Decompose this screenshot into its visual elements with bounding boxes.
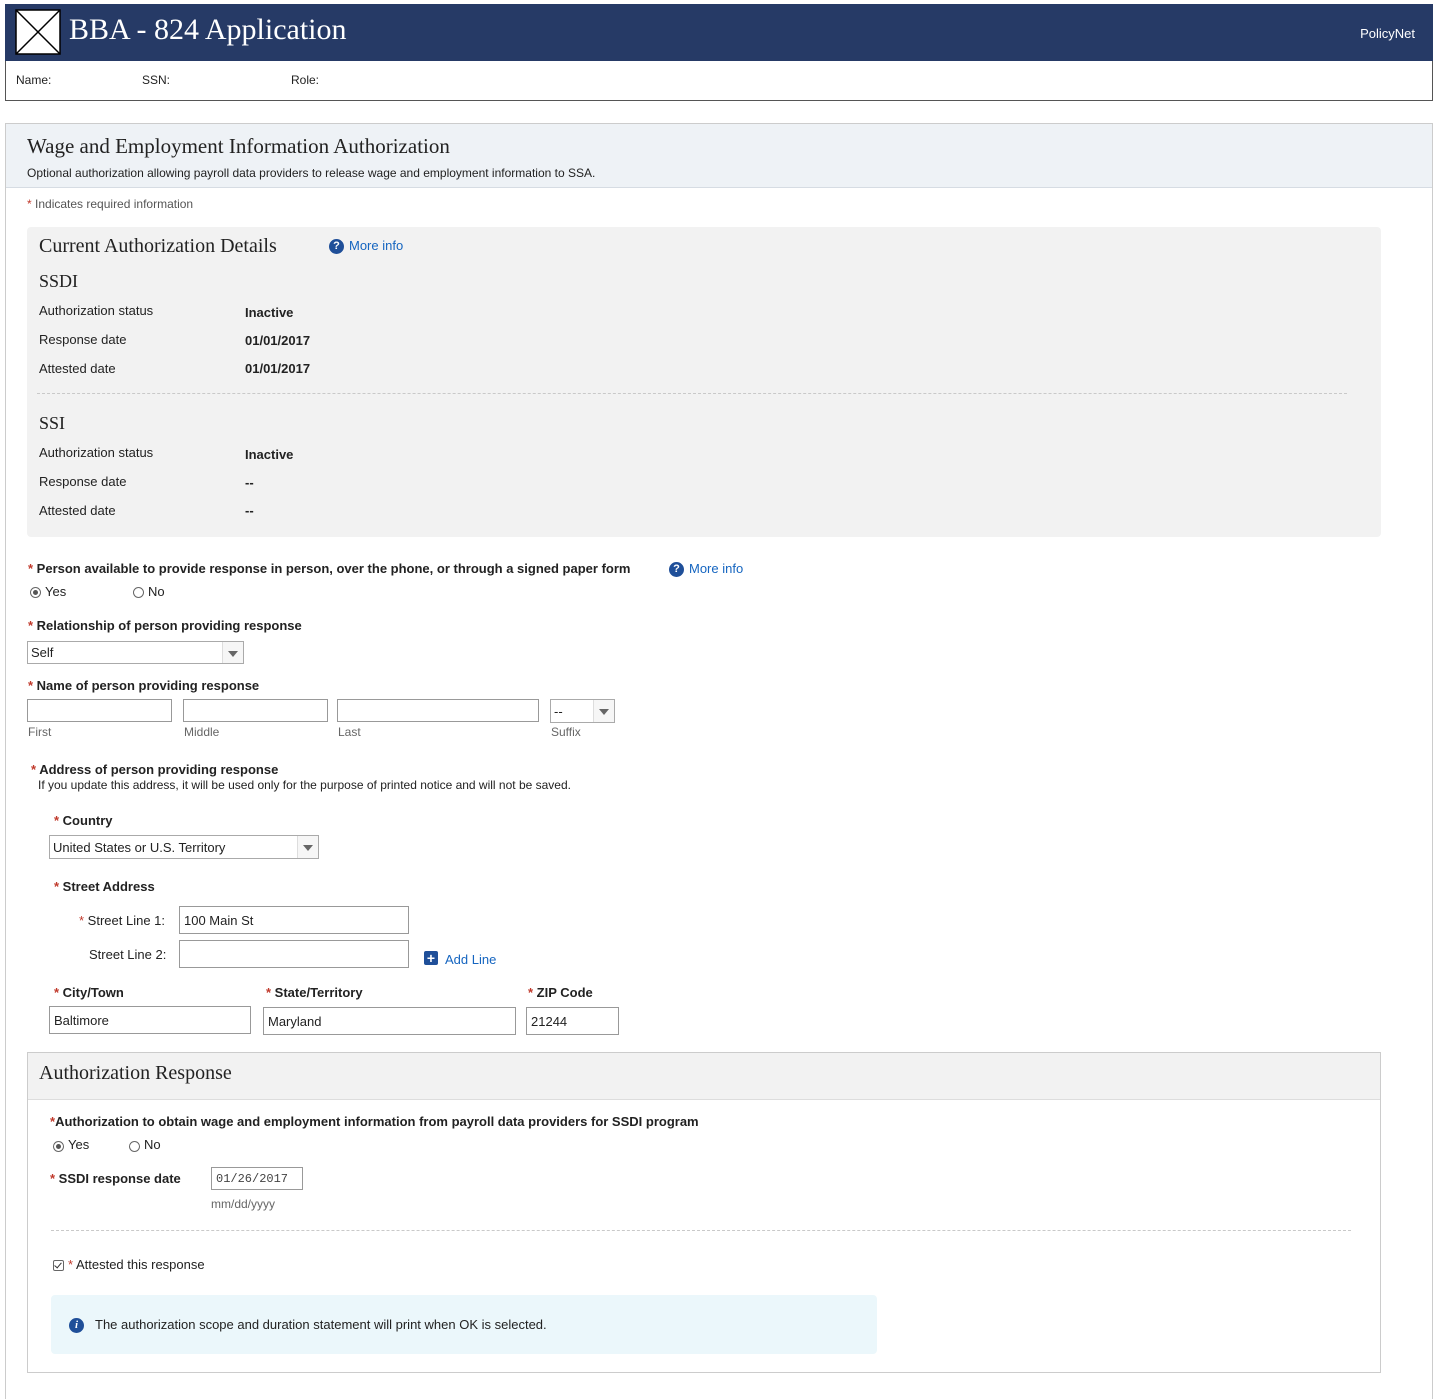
app-header: BBA - 824 Application PolicyNet <box>5 4 1433 61</box>
street-line2-label: Street Line 2: <box>89 947 167 962</box>
middle-name-input[interactable] <box>183 699 328 722</box>
middle-hint: Middle <box>184 725 220 739</box>
last-hint: Last <box>338 725 361 739</box>
ssi-response-date-value: -- <box>245 475 254 490</box>
ssi-heading: SSI <box>39 413 66 433</box>
ssdi-authorization-no-radio[interactable] <box>129 1141 140 1152</box>
add-line-link[interactable]: Add Line <box>445 952 496 967</box>
required-note: * Indicates required information <box>27 197 194 211</box>
suffix-value: -- <box>554 703 563 719</box>
role-label: Role: <box>291 73 320 87</box>
street-line1-label: * Street Line 1: <box>79 913 165 928</box>
no-label: No <box>144 1137 161 1152</box>
person-available-no-radio[interactable] <box>133 587 144 598</box>
street-address-label: * Street Address <box>54 879 155 894</box>
zip-label: * ZIP Code <box>528 985 593 1000</box>
ssdi-response-date-value: 01/01/2017 <box>245 333 311 348</box>
divider <box>37 393 1347 394</box>
attested-checkbox[interactable] <box>53 1260 64 1271</box>
country-value: United States or U.S. Territory <box>53 839 226 855</box>
name-label: * Name of person providing response <box>28 678 260 693</box>
chevron-down-icon <box>297 836 318 858</box>
authorization-response-title: Authorization Response <box>39 1062 232 1084</box>
user-info-bar: Name: SSN: Role: <box>5 61 1433 101</box>
ssdi-heading: SSDI <box>39 271 79 291</box>
first-hint: First <box>28 725 52 739</box>
ssi-status-label: Authorization status <box>39 445 154 460</box>
info-icon: i <box>69 1318 84 1333</box>
chevron-down-icon <box>222 642 243 663</box>
relationship-label: * Relationship of person providing respo… <box>28 618 302 633</box>
state-label: * State/Territory <box>266 985 363 1000</box>
person-available-yes-radio[interactable] <box>30 587 41 598</box>
page-subtitle: Optional authorization allowing payroll … <box>27 166 596 180</box>
authorization-response-panel: Authorization Response *Authorization to… <box>27 1052 1381 1373</box>
suffix-select[interactable]: -- <box>550 699 615 723</box>
first-name-input[interactable] <box>27 699 172 722</box>
city-input[interactable]: Baltimore <box>49 1006 251 1034</box>
ssi-status-value: Inactive <box>245 447 294 462</box>
more-info-link[interactable]: More info <box>689 561 743 576</box>
city-label: * City/Town <box>54 985 124 1000</box>
info-note: i The authorization scope and duration s… <box>51 1295 877 1354</box>
ssdi-attested-date-label: Attested date <box>39 361 116 376</box>
ssdi-status-value: Inactive <box>245 305 294 320</box>
zip-input[interactable]: 21244 <box>526 1007 619 1035</box>
ssdi-response-date-label: Response date <box>39 332 127 347</box>
date-format-hint: mm/dd/yyyy <box>211 1197 276 1211</box>
authorization-response-header: Authorization Response <box>28 1053 1380 1100</box>
country-label: * Country <box>54 813 113 828</box>
ssdi-authorization-question: *Authorization to obtain wage and employ… <box>50 1114 699 1129</box>
current-details-title: Current Authorization Details <box>39 235 277 257</box>
chevron-down-icon <box>593 700 614 722</box>
broken-image-icon <box>15 9 61 55</box>
info-note-text: The authorization scope and duration sta… <box>95 1317 547 1332</box>
state-input[interactable]: Maryland <box>263 1007 516 1035</box>
address-label: * Address of person providing response <box>31 762 279 777</box>
street-line2-input[interactable] <box>179 940 409 968</box>
attested-label: * Attested this response <box>68 1257 205 1272</box>
ssdi-attested-date-value: 01/01/2017 <box>245 361 311 376</box>
ssi-attested-date-value: -- <box>245 503 254 518</box>
relationship-value: Self <box>31 645 54 660</box>
ssdi-response-date-input[interactable]: 01/26/2017 <box>211 1167 303 1190</box>
current-authorization-details: Current Authorization Details ? More inf… <box>27 227 1381 537</box>
no-label: No <box>148 584 165 599</box>
panel-header: Wage and Employment Information Authoriz… <box>6 124 1432 188</box>
yes-label: Yes <box>68 1137 90 1152</box>
plus-icon[interactable]: + <box>424 951 438 965</box>
ssdi-authorization-yes-radio[interactable] <box>53 1141 64 1152</box>
policynet-link[interactable]: PolicyNet <box>1360 26 1415 41</box>
ssdi-response-date-label: * SSDI response date <box>50 1171 181 1186</box>
country-select[interactable]: United States or U.S. Territory <box>49 835 319 859</box>
address-note: If you update this address, it will be u… <box>38 778 571 792</box>
ssi-response-date-label: Response date <box>39 474 127 489</box>
help-icon[interactable]: ? <box>669 562 684 577</box>
ssi-attested-date-label: Attested date <box>39 503 116 518</box>
last-name-input[interactable] <box>337 699 539 722</box>
help-icon[interactable]: ? <box>329 239 344 254</box>
name-label: Name: <box>16 73 52 87</box>
person-available-label: * Person available to provide response i… <box>28 561 631 576</box>
page-title: Wage and Employment Information Authoriz… <box>27 134 450 158</box>
divider <box>51 1230 1351 1231</box>
yes-label: Yes <box>45 584 67 599</box>
relationship-select[interactable]: Self <box>27 641 244 664</box>
street-line1-input[interactable]: 100 Main St <box>179 906 409 934</box>
ssdi-status-label: Authorization status <box>39 303 154 318</box>
more-info-link[interactable]: More info <box>349 238 403 253</box>
ssn-label: SSN: <box>142 73 171 87</box>
suffix-hint: Suffix <box>551 725 581 739</box>
app-title: BBA - 824 Application <box>69 13 347 46</box>
